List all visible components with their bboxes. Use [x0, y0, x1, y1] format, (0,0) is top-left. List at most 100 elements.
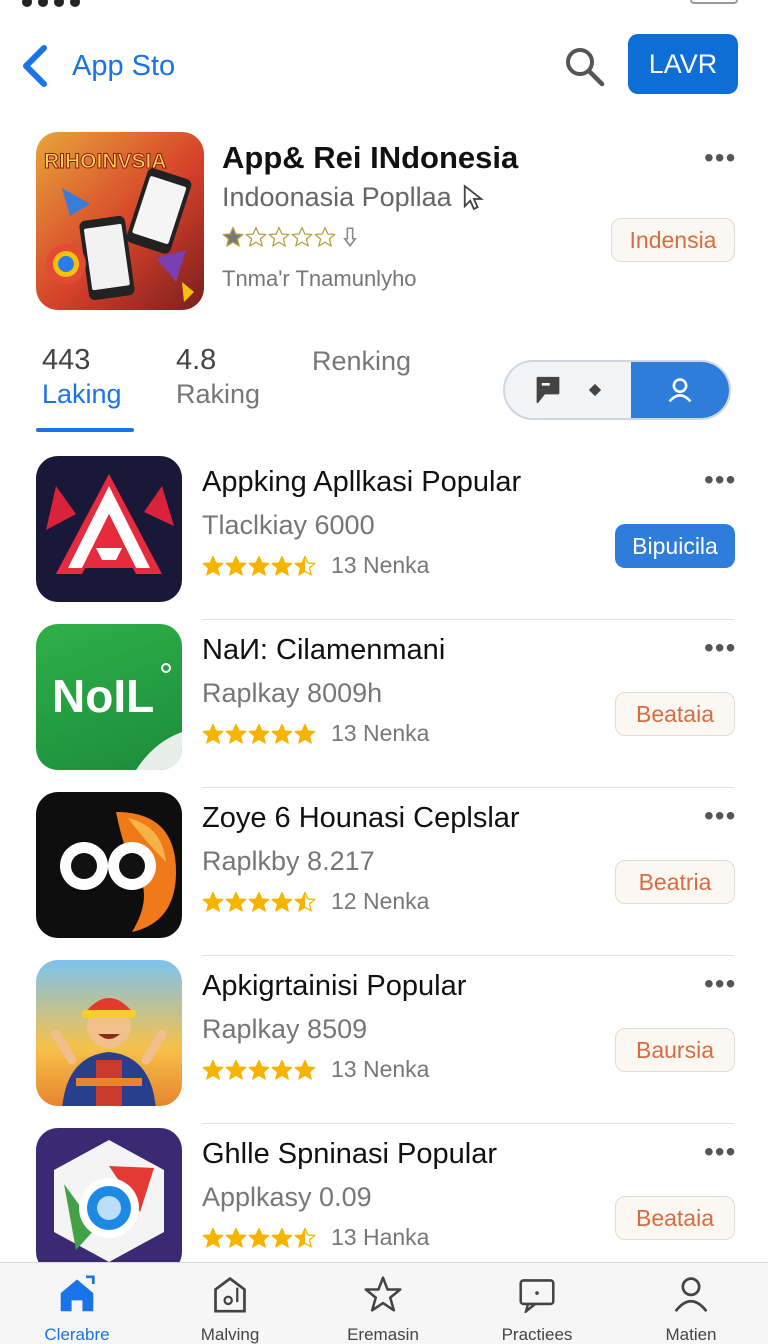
tab-matien[interactable]: Matien — [614, 1263, 768, 1344]
list-item[interactable]: NoIL NaИ: Cilamenmani Raplkay 8009h 13 N… — [0, 622, 768, 790]
star-icon — [271, 891, 293, 912]
app-subtitle: Tlaclkiay 6000 — [202, 510, 375, 540]
get-button[interactable]: Baursia — [615, 1028, 735, 1072]
chrome-icon — [36, 1128, 182, 1274]
tab-clerabre[interactable]: Clerabre — [0, 1263, 154, 1344]
app-subtitle: Applkasy 0.09 — [202, 1182, 372, 1212]
star-icon — [248, 723, 270, 744]
star-rating — [222, 226, 337, 248]
star-icon — [225, 891, 247, 912]
character-icon — [36, 960, 182, 1106]
star-icon — [294, 723, 316, 744]
star-icon — [202, 1059, 224, 1080]
more-options-button[interactable]: ••• — [704, 632, 736, 664]
noil-icon-text: NoIL — [52, 670, 154, 722]
home-icon — [60, 1275, 95, 1312]
tab-renking[interactable]: Renking — [312, 344, 411, 377]
signal-icon — [22, 0, 112, 7]
star-icon — [202, 723, 224, 744]
navigation-bar: App Sto LAVR — [0, 28, 768, 100]
row-divider — [202, 1122, 734, 1124]
tab-label: Clerabre — [44, 1325, 110, 1344]
row-divider — [202, 954, 734, 956]
more-options-button[interactable]: ••• — [704, 1136, 736, 1168]
app-rating: 13 Hanka — [202, 1224, 429, 1251]
app-subtitle: Raplkay 8509 — [202, 1014, 368, 1044]
stat-value: 4.8 — [176, 344, 217, 376]
search-button[interactable] — [562, 44, 606, 88]
get-button[interactable]: Beatria — [615, 860, 735, 904]
more-options-button[interactable]: ••• — [704, 968, 736, 1000]
chevron-left-icon — [23, 45, 47, 87]
more-options-button[interactable]: ••• — [704, 800, 736, 832]
diamond-icon — [588, 383, 602, 397]
rating-count: 13 Nenka — [331, 720, 430, 746]
featured-rating — [222, 226, 357, 248]
app-subtitle: Raplkay 8009h — [202, 678, 383, 708]
star-icon — [202, 891, 224, 912]
app-title: NaИ: Cilamenmani — [202, 634, 446, 666]
star-icon — [248, 1227, 270, 1248]
tab-eremasin[interactable]: Eremasin — [306, 1263, 460, 1344]
get-button[interactable]: Beataia — [615, 692, 735, 736]
rating-count: 13 Nenka — [331, 552, 430, 578]
active-tab-indicator — [36, 428, 134, 432]
app-rating: 12 Nenka — [202, 888, 429, 915]
letter-a-icon — [36, 456, 182, 602]
featured-app[interactable]: RIHOINVSIA App& Rei INdonesia Indoonasia… — [0, 130, 768, 320]
bottom-tab-bar: Clerabre Malving Eremasin Practiees Mati… — [0, 1262, 768, 1344]
star-icon — [245, 226, 267, 247]
tab-raking[interactable]: 4.8 Raking — [176, 344, 260, 410]
star-icon — [225, 723, 247, 744]
star-icon — [271, 555, 293, 576]
person-icon — [668, 378, 692, 403]
featured-icon-text: RIHOINVSIA — [44, 150, 167, 173]
back-label: App Sto — [72, 49, 176, 82]
profile-view-button[interactable] — [631, 362, 729, 418]
tab-malving[interactable]: Malving — [153, 1263, 307, 1344]
person-icon — [674, 1277, 708, 1313]
ranking-tabs: 443 Laking 4.8 Raking Renking — [0, 340, 768, 440]
back-button[interactable]: App Sto — [20, 42, 190, 90]
list-item[interactable]: Appking Apllkasi Popular Tlaclkiay 6000 … — [0, 454, 768, 622]
star-icon — [294, 891, 316, 912]
featured-action-button[interactable]: Indensia — [611, 218, 735, 262]
tab-practiees[interactable]: Practiees — [460, 1263, 614, 1344]
star-icon — [271, 1059, 293, 1080]
rating-count: 12 Nenka — [331, 888, 430, 914]
app-title: Ghlle Spninasi Popular — [202, 1138, 498, 1170]
list-item[interactable]: Zoye 6 Hounasi Ceplslar Raplkby 8.217 12… — [0, 790, 768, 958]
star-icon — [225, 1059, 247, 1080]
tab-label: Practiees — [501, 1325, 573, 1344]
rating-count: 13 Hanka — [331, 1224, 430, 1250]
tab-laking[interactable]: 443 Laking — [42, 344, 122, 410]
list-item[interactable]: Apkigrtainisi Popular Raplkay 8509 13 Ne… — [0, 958, 768, 1126]
chat-flag-icon — [536, 376, 560, 404]
star-icon — [202, 1227, 224, 1248]
more-options-button[interactable]: ••• — [704, 142, 736, 174]
view-toggle — [503, 360, 731, 420]
app-rating: 13 Nenka — [202, 1056, 429, 1083]
star-rating — [202, 1059, 317, 1081]
get-button[interactable]: Beataia — [615, 1196, 735, 1240]
get-button[interactable]: Bipuicila — [615, 524, 735, 568]
star-icon — [248, 891, 270, 912]
tab-label: Eremasin — [347, 1325, 419, 1344]
tab-label: Malving — [200, 1325, 260, 1344]
stat-label: Renking — [312, 346, 412, 376]
star-icon — [294, 1059, 316, 1080]
star-icon — [248, 555, 270, 576]
app-title: Apkigrtainisi Popular — [202, 970, 467, 1002]
more-options-button[interactable]: ••• — [704, 464, 736, 496]
status-bar — [0, 0, 768, 8]
building-icon — [214, 1276, 246, 1313]
cursor-icon — [463, 183, 484, 210]
star-icon — [314, 226, 336, 247]
star-icon — [291, 226, 313, 247]
chat-view-button[interactable] — [505, 362, 631, 418]
star-icon — [222, 226, 244, 247]
primary-top-button[interactable]: LAVR — [628, 34, 738, 94]
battery-icon — [690, 0, 738, 4]
download-arrow-icon — [343, 227, 357, 248]
star-icon — [271, 723, 293, 744]
